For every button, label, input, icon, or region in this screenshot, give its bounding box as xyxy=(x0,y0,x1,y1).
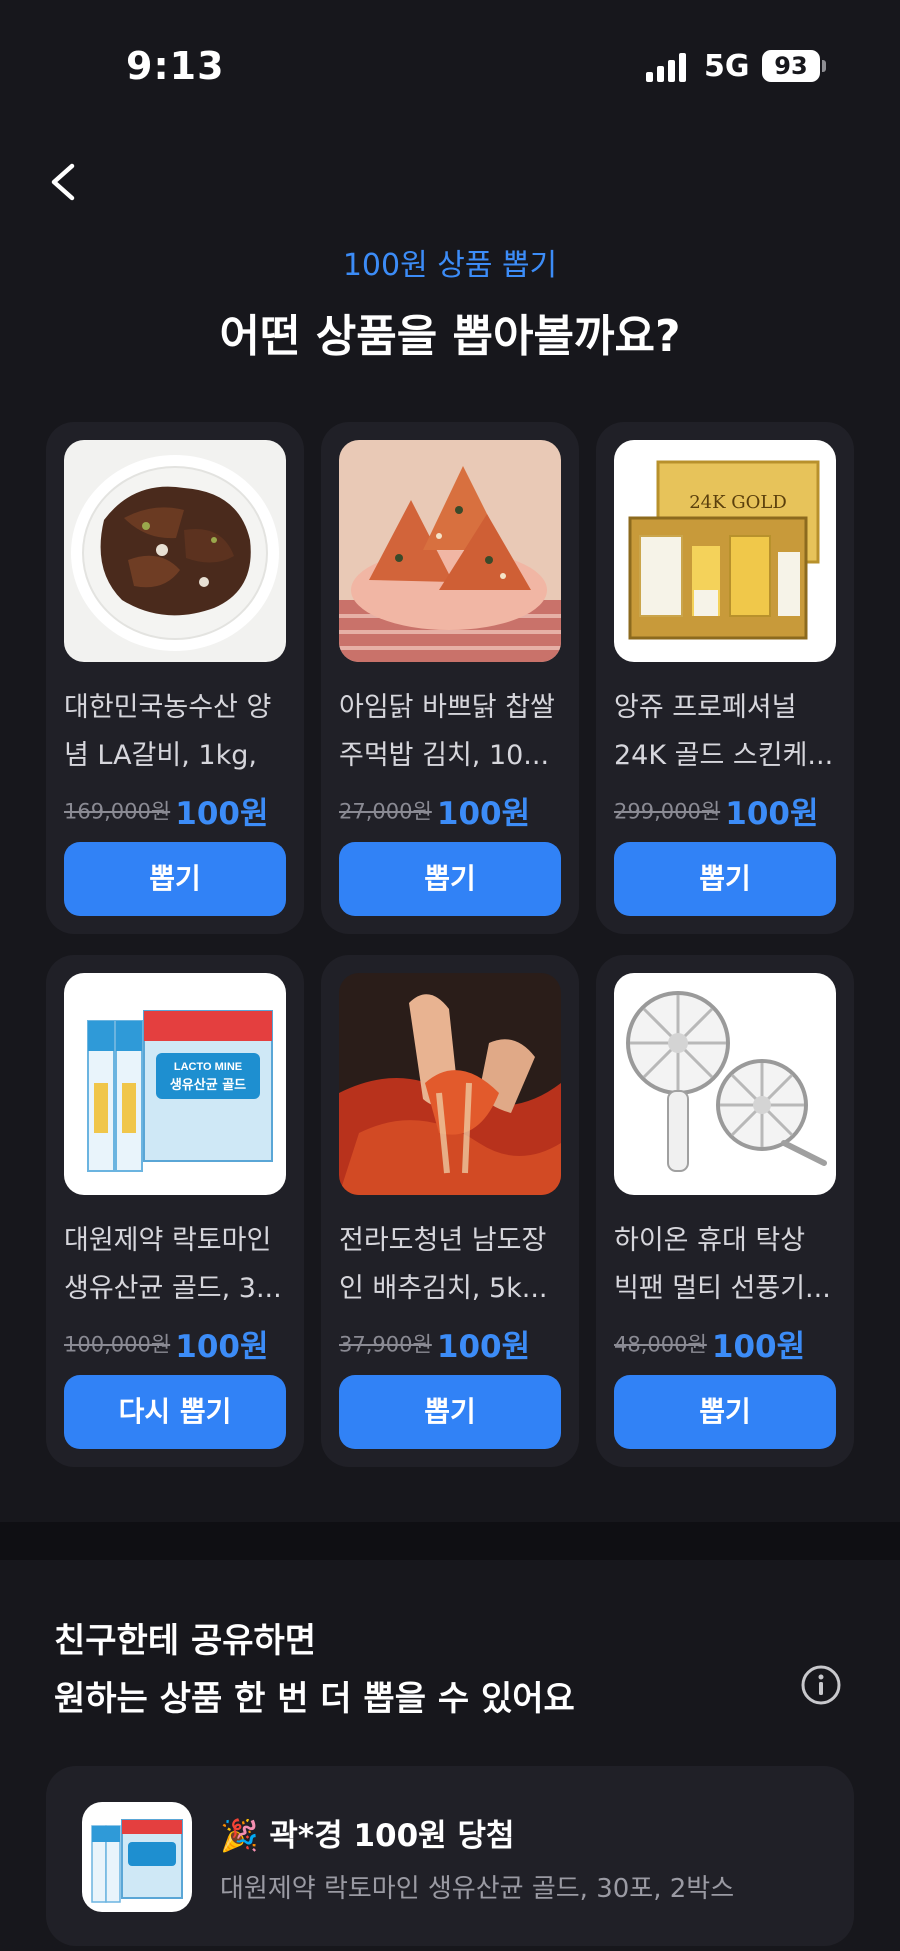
back-button[interactable] xyxy=(44,160,88,204)
draw-button[interactable]: 뽑기 xyxy=(64,842,286,916)
sale-price: 100원 xyxy=(436,796,531,832)
winner-description: 대원제약 락토마인 생유산균 골드, 30포, 2박스 xyxy=(220,1874,735,1904)
network-type: 5G xyxy=(704,49,750,84)
page-subtitle: 100원 상품 뽑기 xyxy=(342,248,558,283)
signal-icon xyxy=(646,52,688,82)
status-time: 9:13 xyxy=(126,44,225,88)
original-price: 299,000원 xyxy=(614,799,721,824)
original-price: 27,000원 xyxy=(339,799,432,824)
product-name: 대원제약 락토마인 생유산균 골드, 3... xyxy=(64,1225,282,1304)
price-row: 27,000원 100원 xyxy=(339,788,569,833)
product-name: 대한민국농수산 양념 LA갈비, 1kg, ... xyxy=(64,692,272,771)
product-image-rice-ball xyxy=(339,440,561,662)
winner-product-image xyxy=(82,1802,192,1912)
sale-price: 100원 xyxy=(725,796,819,832)
sale-price: 100원 xyxy=(175,796,269,832)
product-card[interactable]: 전라도청년 남도장인 배추김치, 5k... 37,900원 100원 뽑기 xyxy=(321,955,579,1467)
svg-text:LACTO MINE: LACTO MINE xyxy=(174,1061,242,1073)
product-image-gold-skincare: 24K GOLD xyxy=(614,440,836,662)
page-title: 어떤 상품을 뽑아볼까요? xyxy=(219,311,681,362)
party-popper-icon: 🎉 xyxy=(220,1818,259,1854)
share-title-line1: 친구한테 공유하면 xyxy=(54,1621,317,1661)
status-bar: 9:13 5G 93 xyxy=(0,0,900,130)
product-image-fan xyxy=(614,973,836,1195)
svg-text:24K GOLD: 24K GOLD xyxy=(689,492,787,513)
draw-button[interactable]: 뽑기 xyxy=(614,1375,836,1449)
product-card[interactable]: 아임닭 바쁘닭 찹쌀 주먹밥 김치, 10... 27,000원 100원 뽑기 xyxy=(321,422,579,934)
product-name: 아임닭 바쁘닭 찹쌀 주먹밥 김치, 10... xyxy=(339,692,555,771)
draw-button[interactable]: 뽑기 xyxy=(339,842,561,916)
redraw-button[interactable]: 다시 뽑기 xyxy=(64,1375,286,1449)
product-name: 하이온 휴대 탁상 빅팬 멀티 선풍기... xyxy=(614,1225,831,1304)
battery-icon: 93 xyxy=(762,50,820,82)
info-icon xyxy=(801,1665,841,1705)
winner-title-text: 곽*경 100원 당첨 xyxy=(269,1818,515,1854)
sale-price: 100원 xyxy=(436,1329,531,1365)
price-row: 48,000원 100원 xyxy=(614,1321,844,1366)
info-button[interactable] xyxy=(800,1664,842,1706)
original-price: 169,000원 xyxy=(64,799,171,824)
battery-tip xyxy=(822,60,826,72)
product-image-galbi xyxy=(64,440,286,662)
product-card[interactable]: 24K GOLD 앙쥬 프로페셔널 24K 골드 스킨케... 299,000원… xyxy=(596,422,854,934)
product-card[interactable]: 대한민국농수산 양념 LA갈비, 1kg, ... 169,000원 100원 … xyxy=(46,422,304,934)
original-price: 48,000원 xyxy=(614,1332,707,1357)
product-image-probiotic: LACTO MINE 생유산균 골드 xyxy=(64,973,286,1195)
product-image-kimchi xyxy=(339,973,561,1195)
draw-button[interactable]: 뽑기 xyxy=(339,1375,561,1449)
product-name: 앙쥬 프로페셔널 24K 골드 스킨케... xyxy=(614,692,834,771)
section-divider xyxy=(0,1522,900,1560)
price-row: 37,900원 100원 xyxy=(339,1321,569,1366)
share-title-line2: 원하는 상품 한 번 더 뽑을 수 있어요 xyxy=(54,1679,575,1719)
original-price: 37,900원 xyxy=(339,1332,432,1357)
price-row: 169,000원 100원 xyxy=(64,788,294,833)
chevron-left-icon xyxy=(51,163,75,201)
product-card[interactable]: 하이온 휴대 탁상 빅팬 멀티 선풍기... 48,000원 100원 뽑기 xyxy=(596,955,854,1467)
winner-title: 🎉 곽*경 100원 당첨 xyxy=(220,1810,515,1855)
product-name: 전라도청년 남도장인 배추김치, 5k... xyxy=(339,1225,548,1304)
sale-price: 100원 xyxy=(175,1329,269,1365)
price-row: 299,000원 100원 xyxy=(614,788,844,833)
original-price: 100,000원 xyxy=(64,1332,171,1357)
svg-text:생유산균 골드: 생유산균 골드 xyxy=(170,1077,246,1093)
draw-button[interactable]: 뽑기 xyxy=(614,842,836,916)
sale-price: 100원 xyxy=(711,1329,806,1365)
price-row: 100,000원 100원 xyxy=(64,1321,294,1366)
winner-card[interactable]: 🎉 곽*경 100원 당첨 대원제약 락토마인 생유산균 골드, 30포, 2박… xyxy=(46,1766,854,1946)
product-card[interactable]: LACTO MINE 생유산균 골드 대원제약 락토마인 생유산균 골드, 3.… xyxy=(46,955,304,1467)
share-title: 친구한테 공유하면 원하는 상품 한 번 더 뽑을 수 있어요 xyxy=(54,1612,575,1728)
